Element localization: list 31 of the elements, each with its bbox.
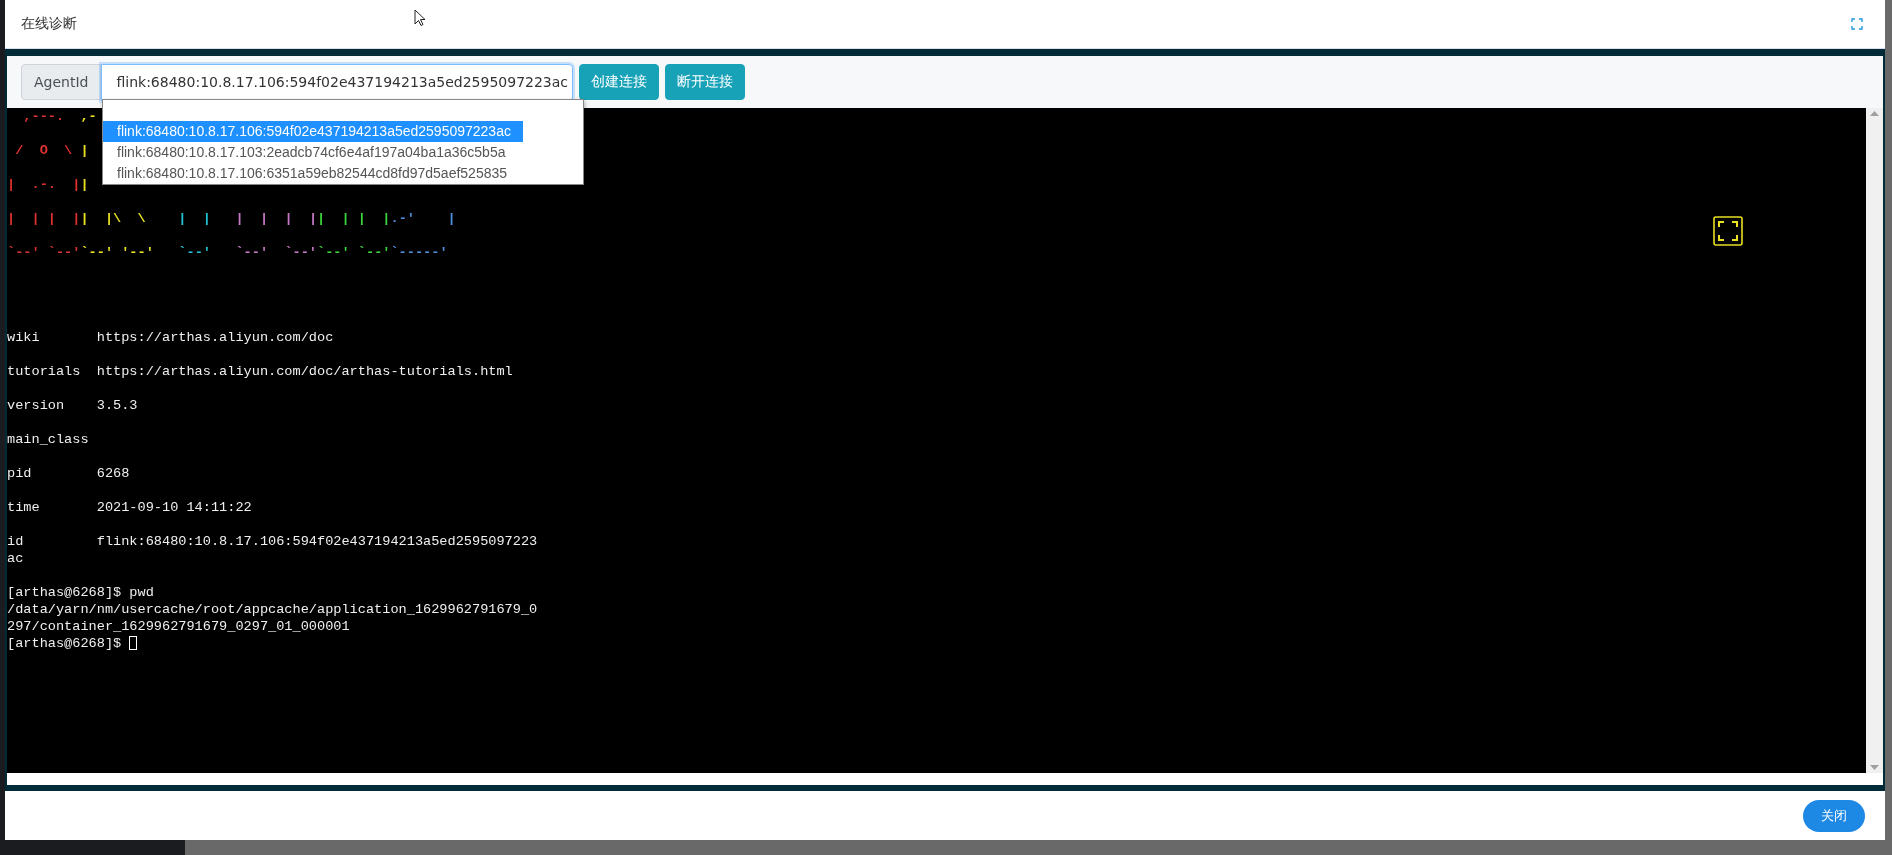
terminal-line: [arthas@6268]$ bbox=[7, 635, 1866, 652]
dropdown-option[interactable]: flink:68480:10.8.17.106:594f02e437194213a5ed2595097223ac bbox=[103, 121, 523, 142]
terminal-line: wiki https://arthas.aliyun.com/doc bbox=[7, 329, 335, 346]
terminal-line: ac bbox=[7, 550, 25, 567]
ascii-art-line: / O \ | bbox=[14, 142, 89, 159]
scroll-down-icon[interactable] bbox=[1870, 765, 1879, 770]
terminal-line: /data/yarn/nm/usercache/root/appcache/application_1629962791679_0 bbox=[7, 601, 539, 618]
terminal-screen[interactable] bbox=[7, 108, 1866, 773]
connect-button[interactable]: 创建连接 bbox=[579, 64, 660, 100]
agent-select[interactable]: flink:68480:10.8.17.106:594f02e437194213a5ed2595097223ac bbox=[101, 63, 574, 101]
ascii-art-line: | .-. || bbox=[7, 176, 89, 193]
mouse-pointer-icon bbox=[414, 9, 426, 27]
dropdown-option[interactable]: flink:68480:10.8.17.106:6351a59eb82544cd8fd97d5aef525835 bbox=[103, 163, 520, 184]
ascii-art-line: ,---. ,- bbox=[22, 108, 97, 125]
terminal-line: id flink:68480:10.8.17.106:594f02e437194213a5ed2595097223 bbox=[7, 533, 539, 550]
terminal-line: 297/container_1629962791679_0297_01_000001 bbox=[7, 618, 351, 635]
terminal-line: main_class bbox=[7, 431, 90, 448]
dropdown-option[interactable]: flink:68480:10.8.17.103:2eadcb74cf6e4af197a04ba1a36c5b5a bbox=[103, 142, 518, 163]
terminal-line: version 3.5.3 bbox=[7, 397, 139, 414]
terminal-line: pid 6268 bbox=[7, 465, 131, 482]
close-button[interactable]: 关闭 bbox=[1803, 799, 1865, 832]
ascii-art-line: | | | || |\ \ | | | | | || | | |.-' | bbox=[7, 210, 456, 227]
dialog-title: 在线诊断 bbox=[21, 15, 77, 33]
disconnect-button[interactable]: 断开连接 bbox=[665, 64, 746, 100]
terminal-line: [arthas@6268]$ pwd bbox=[7, 584, 155, 601]
terminal-line: time 2021-09-10 14:11:22 bbox=[7, 499, 253, 516]
agent-id-label: AgentId bbox=[21, 64, 102, 100]
ascii-art-line: `--' `--'`--' '--' `--' `--' `--'`--' `--'`-----' bbox=[7, 244, 448, 261]
scrollbar[interactable] bbox=[1866, 108, 1883, 773]
terminal-line: tutorials https://arthas.aliyun.com/doc/arthas-tutorials.html bbox=[7, 363, 514, 380]
scroll-up-icon[interactable] bbox=[1870, 111, 1879, 116]
